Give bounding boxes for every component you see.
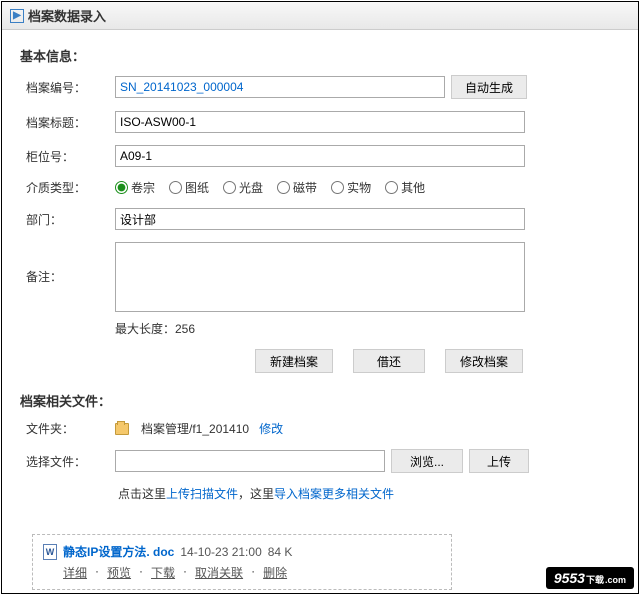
file-action-detail[interactable]: 详细 — [63, 564, 87, 581]
upload-button[interactable]: 上传 — [469, 449, 529, 473]
folder-icon — [115, 423, 129, 435]
file-action-download[interactable]: 下载 — [151, 564, 175, 581]
section-basic-info: 基本信息： — [20, 46, 620, 65]
dept-input[interactable] — [115, 208, 525, 230]
upload-hint: 点击这里上传扫描文件，这里导入档案更多相关文件 — [20, 485, 620, 502]
media-radio-3[interactable] — [277, 181, 290, 194]
file-time: 14-10-23 21:00 — [180, 545, 261, 559]
file-action-preview[interactable]: 预览 — [107, 564, 131, 581]
import-more-link[interactable]: 导入档案更多相关文件 — [274, 487, 394, 501]
file-action-unlink[interactable]: 取消关联 — [195, 564, 243, 581]
borrow-return-button[interactable]: 借还 — [353, 349, 425, 373]
label-select-file: 选择文件： — [20, 453, 115, 470]
modify-archive-button[interactable]: 修改档案 — [445, 349, 523, 373]
file-size: 84 K — [268, 545, 293, 559]
media-radio-1[interactable] — [169, 181, 182, 194]
label-folder: 文件夹： — [20, 420, 115, 437]
label-media: 介质类型： — [20, 179, 115, 196]
file-path-input[interactable] — [115, 450, 385, 472]
file-action-delete[interactable]: 删除 — [263, 564, 287, 581]
upload-scan-link[interactable]: 上传扫描文件 — [166, 487, 238, 501]
label-dept: 部门： — [20, 211, 115, 228]
media-radio-2[interactable] — [223, 181, 236, 194]
note-textarea[interactable] — [115, 242, 525, 312]
label-record-no: 档案编号： — [20, 79, 115, 96]
watermark-logo: 9553下载.com — [546, 567, 634, 589]
record-no-input[interactable] — [115, 76, 445, 98]
auto-generate-button[interactable]: 自动生成 — [451, 75, 527, 99]
maxlen-text: 最大长度：256 — [115, 320, 195, 337]
new-archive-button[interactable]: 新建档案 — [255, 349, 333, 373]
section-related-files: 档案相关文件： — [20, 391, 620, 410]
media-radio-5[interactable] — [385, 181, 398, 194]
media-type-group: 卷宗 图纸 光盘 磁带 实物 其他 — [115, 179, 620, 196]
file-item-box: W 静态IP设置方法. doc 14-10-23 21:00 84 K 详细· … — [32, 534, 452, 590]
label-cabinet: 柜位号： — [20, 148, 115, 165]
file-name: 静态IP设置方法. doc — [63, 543, 174, 560]
archive-title-input[interactable] — [115, 111, 525, 133]
label-title: 档案标题： — [20, 114, 115, 131]
folder-path: 档案管理/f1_201410 — [141, 420, 249, 437]
label-note: 备注： — [20, 242, 115, 285]
modify-folder-link[interactable]: 修改 — [259, 420, 283, 437]
cabinet-no-input[interactable] — [115, 145, 525, 167]
media-radio-0[interactable] — [115, 181, 128, 194]
arrow-right-icon: ▶ — [10, 9, 24, 23]
media-radio-4[interactable] — [331, 181, 344, 194]
doc-icon: W — [43, 544, 57, 560]
page-title: 档案数据录入 — [28, 6, 106, 25]
browse-button[interactable]: 浏览... — [391, 449, 463, 473]
